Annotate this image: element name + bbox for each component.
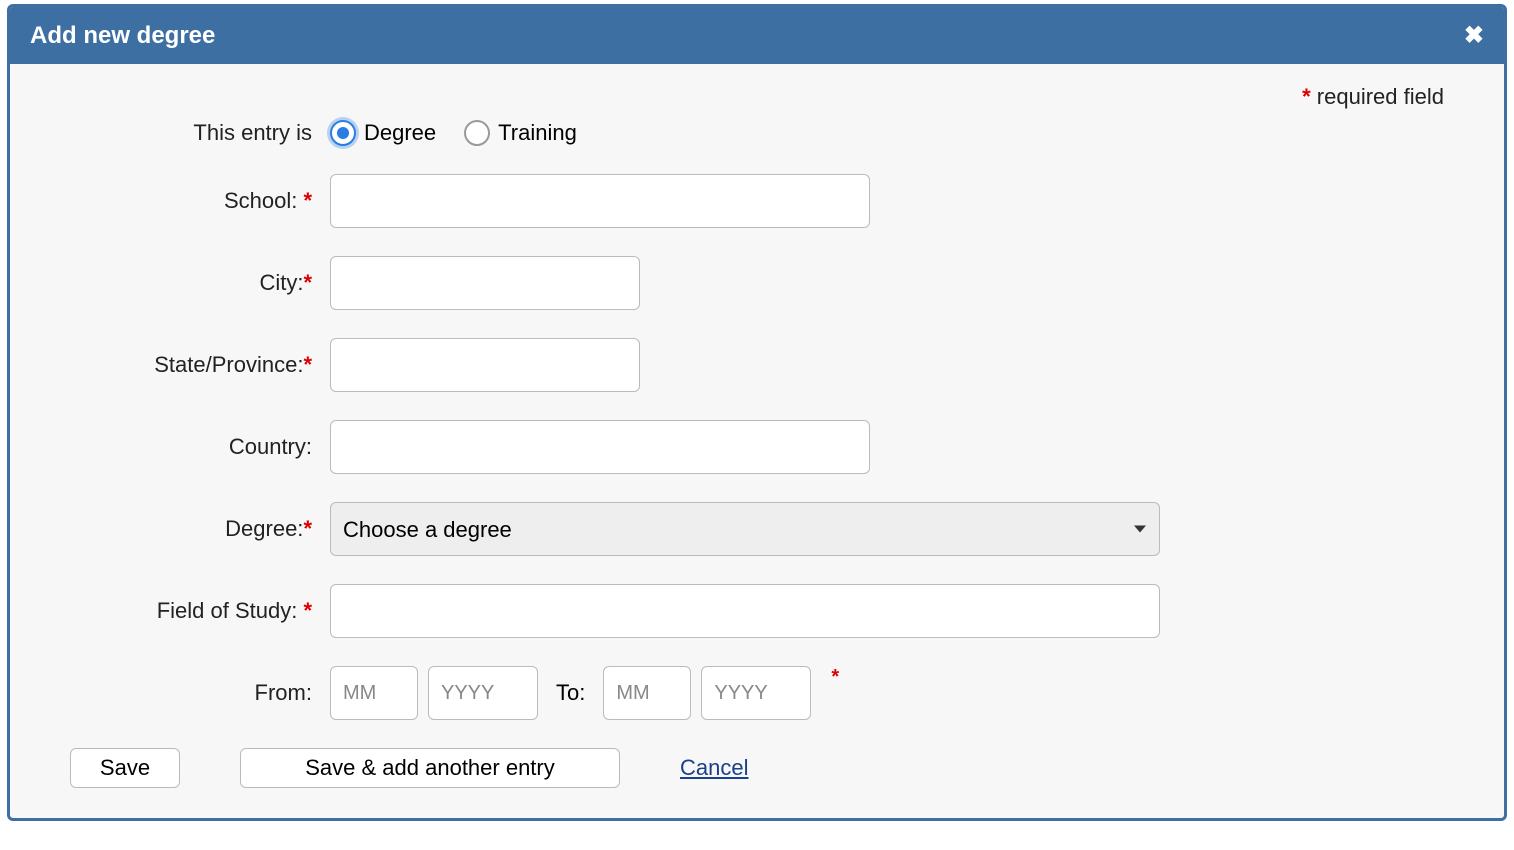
to-year-input[interactable] bbox=[701, 666, 811, 720]
radio-training-label: Training bbox=[498, 120, 577, 146]
cancel-link[interactable]: Cancel bbox=[680, 755, 748, 781]
required-field-text: required field bbox=[1311, 84, 1444, 109]
save-button[interactable]: Save bbox=[70, 748, 180, 788]
country-label: Country: bbox=[70, 434, 330, 460]
modal-header: Add new degree ✖ bbox=[10, 7, 1504, 64]
row-country: Country: bbox=[70, 420, 1444, 474]
country-input[interactable] bbox=[330, 420, 870, 474]
actions-row: Save Save & add another entry Cancel bbox=[70, 748, 1444, 788]
school-input[interactable] bbox=[330, 174, 870, 228]
entry-is-label: This entry is bbox=[70, 120, 330, 146]
row-entry-is: This entry is Degree Training bbox=[70, 120, 1444, 146]
state-label: State/Province:* bbox=[70, 352, 330, 378]
school-label: School: * bbox=[70, 188, 330, 214]
close-icon[interactable]: ✖ bbox=[1464, 21, 1484, 50]
row-dates: From: To: * bbox=[70, 666, 1444, 720]
from-month-input[interactable] bbox=[330, 666, 418, 720]
field-of-study-input[interactable] bbox=[330, 584, 1160, 638]
row-school: School: * bbox=[70, 174, 1444, 228]
city-input[interactable] bbox=[330, 256, 640, 310]
degree-select[interactable]: Choose a degree bbox=[330, 502, 1160, 556]
add-degree-modal: Add new degree ✖ * required field This e… bbox=[7, 4, 1507, 821]
required-field-note: * required field bbox=[70, 84, 1444, 110]
radio-training[interactable] bbox=[464, 120, 490, 146]
row-city: City:* bbox=[70, 256, 1444, 310]
row-degree: Degree:* Choose a degree bbox=[70, 502, 1444, 556]
from-year-input[interactable] bbox=[428, 666, 538, 720]
to-label: To: bbox=[556, 680, 585, 706]
required-star-icon: * bbox=[1302, 84, 1311, 109]
radio-degree-label: Degree bbox=[364, 120, 436, 146]
save-add-another-button[interactable]: Save & add another entry bbox=[240, 748, 620, 788]
row-state: State/Province:* bbox=[70, 338, 1444, 392]
from-label: From: bbox=[70, 680, 330, 706]
modal-title: Add new degree bbox=[30, 22, 215, 50]
degree-label: Degree:* bbox=[70, 516, 330, 542]
radio-degree[interactable] bbox=[330, 120, 356, 146]
to-month-input[interactable] bbox=[603, 666, 691, 720]
dates-required-star: * bbox=[831, 666, 839, 689]
field-of-study-label: Field of Study: * bbox=[70, 598, 330, 624]
state-input[interactable] bbox=[330, 338, 640, 392]
row-field-of-study: Field of Study: * bbox=[70, 584, 1444, 638]
city-label: City:* bbox=[70, 270, 330, 296]
modal-body: * required field This entry is Degree Tr… bbox=[10, 64, 1504, 818]
